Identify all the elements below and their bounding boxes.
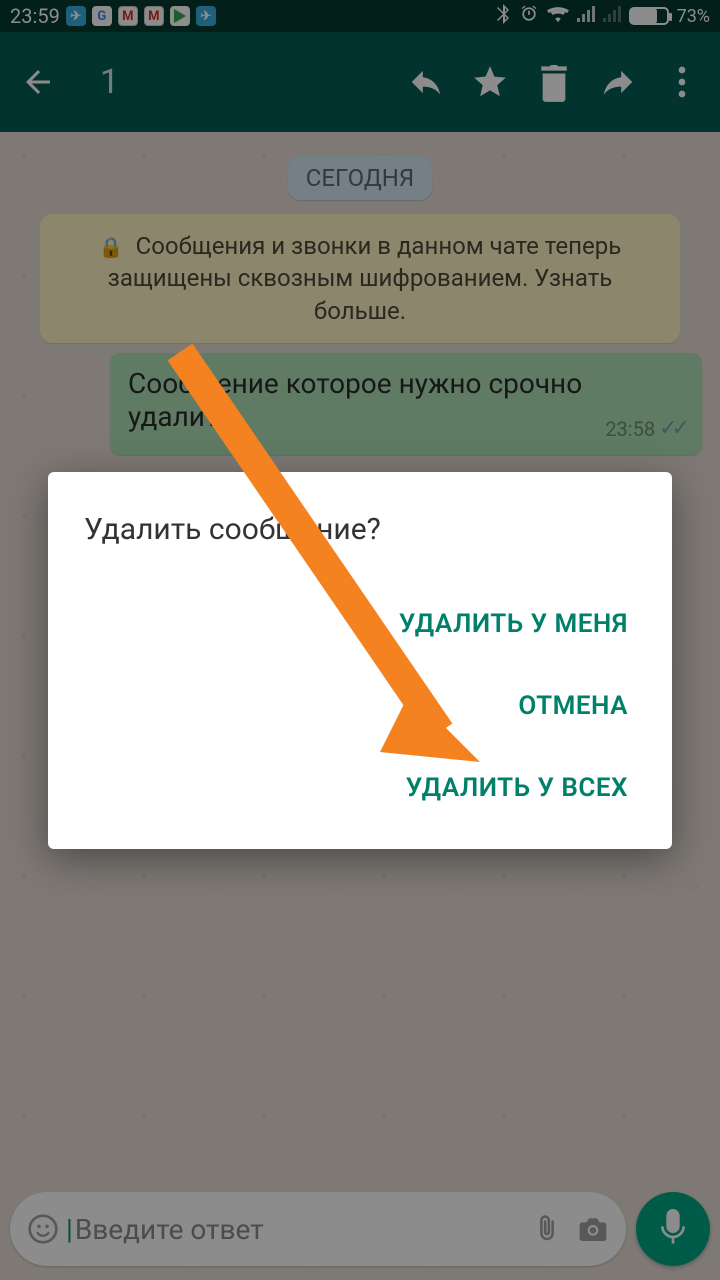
delete-dialog: Удалить сообщение? УДАЛИТЬ У МЕНЯ ОТМЕНА… [48,472,672,849]
cancel-button[interactable]: ОТМЕНА [510,665,636,747]
delete-for-all-button[interactable]: УДАЛИТЬ У ВСЕХ [398,747,636,829]
dialog-title: Удалить сообщение? [84,512,636,547]
delete-for-me-button[interactable]: УДАЛИТЬ У МЕНЯ [391,583,636,665]
